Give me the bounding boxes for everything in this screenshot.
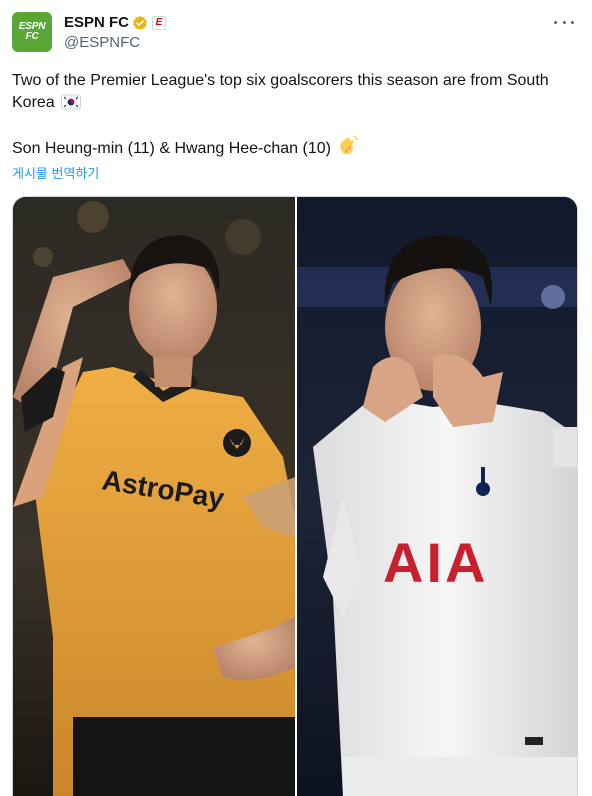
- clapping-hands-icon: [340, 136, 359, 155]
- avatar[interactable]: ESPN FC: [12, 12, 52, 52]
- name-row: ESPN FC E: [64, 14, 167, 32]
- translate-post-link[interactable]: 게시물 번역하기: [12, 166, 99, 182]
- affiliate-badge-text: E: [155, 17, 163, 28]
- tweet-line-2: Son Heung-min (11) & Hwang Hee-chan (10): [12, 136, 572, 160]
- tweet-text: Two of the Premier League's top six goal…: [12, 70, 572, 160]
- handle[interactable]: @ESPNFC: [64, 34, 140, 52]
- avatar-text-fc: FC: [25, 31, 39, 42]
- composite-photo: AstroPay AIA: [13, 197, 577, 796]
- affiliate-badge[interactable]: E: [152, 16, 167, 30]
- south-korea-flag-icon: [61, 94, 82, 110]
- verified-gold-badge-icon[interactable]: [132, 15, 148, 31]
- more-dots-icon[interactable]: [554, 16, 574, 28]
- display-name[interactable]: ESPN FC: [64, 14, 129, 32]
- tweet-header: ESPN FC ESPN FC E @ESPNFC: [12, 12, 580, 56]
- tweet-line-1-text: Two of the Premier League's top six goal…: [12, 72, 549, 111]
- right-shirt-sponsor: AIA: [383, 531, 488, 594]
- tweet-line-2-text: Son Heung-min (11) & Hwang Hee-chan (10): [12, 140, 331, 157]
- tweet-line-1: Two of the Premier League's top six goal…: [12, 70, 572, 114]
- tweet-media-image[interactable]: AstroPay AIA: [12, 196, 578, 796]
